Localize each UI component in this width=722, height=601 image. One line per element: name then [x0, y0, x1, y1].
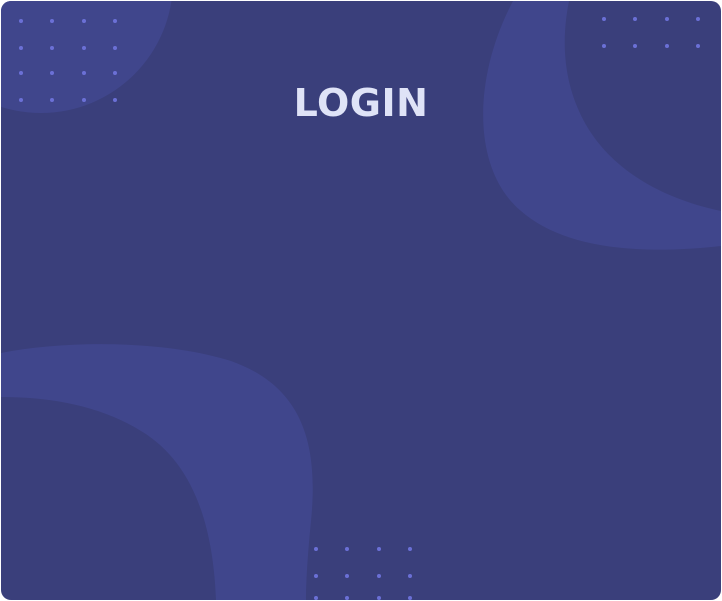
decor-dot — [82, 19, 86, 23]
decor-dot — [408, 596, 412, 600]
page-title: LOGIN — [293, 81, 429, 125]
decor-dot — [665, 44, 669, 48]
decor-dot — [113, 71, 117, 75]
decor-dot — [19, 46, 23, 50]
decor-dot — [377, 596, 381, 600]
decor-dot — [113, 46, 117, 50]
login-card: LOGIN — [1, 1, 721, 600]
decor-dot — [408, 547, 412, 551]
decor-dot — [696, 17, 700, 21]
decor-dot — [50, 71, 54, 75]
decor-dot — [377, 574, 381, 578]
decor-dot — [314, 596, 318, 600]
decor-dot — [113, 19, 117, 23]
decor-dot — [50, 46, 54, 50]
top-right-blob — [483, 1, 721, 250]
decor-dot — [19, 71, 23, 75]
decor-dot — [633, 17, 637, 21]
decor-dot — [696, 44, 700, 48]
decor-dot — [345, 574, 349, 578]
dot-grid-bottom — [314, 547, 412, 600]
decor-dot — [345, 547, 349, 551]
decor-dot — [82, 46, 86, 50]
decor-dot — [314, 547, 318, 551]
bottom-left-blob — [1, 344, 313, 600]
decor-dot — [345, 596, 349, 600]
dot-grid-top-right — [602, 17, 700, 48]
decor-dot — [314, 574, 318, 578]
decor-dot — [377, 547, 381, 551]
decor-dot — [19, 19, 23, 23]
decor-dot — [602, 17, 606, 21]
decor-dot — [665, 17, 669, 21]
decor-dot — [82, 71, 86, 75]
decor-dot — [602, 44, 606, 48]
decor-dot — [408, 574, 412, 578]
decor-dot — [50, 19, 54, 23]
decor-dot — [633, 44, 637, 48]
